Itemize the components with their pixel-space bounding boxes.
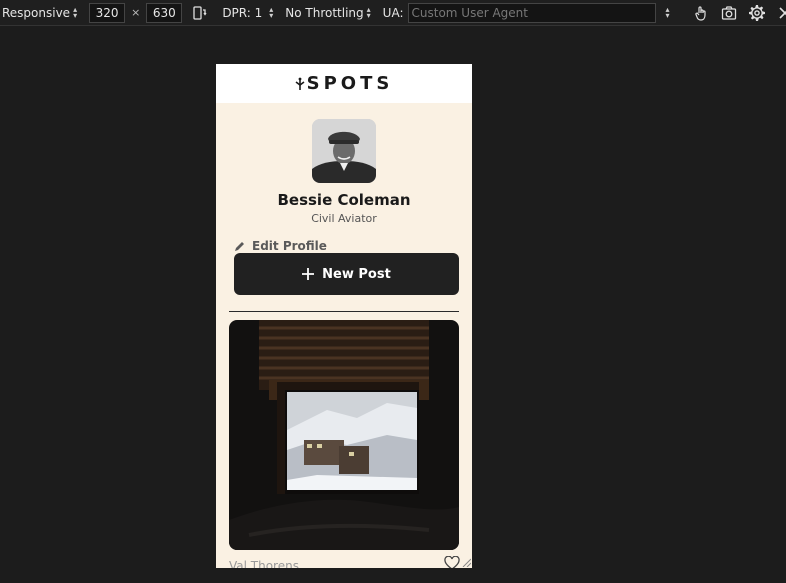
profile-role: Civil Aviator [311, 212, 377, 225]
like-heart-icon[interactable] [444, 556, 460, 568]
new-post-button[interactable]: New Post [234, 253, 459, 295]
ua-label: UA: [382, 5, 404, 20]
screenshot-camera-icon[interactable] [718, 2, 740, 24]
section-divider [229, 311, 459, 312]
throttling-select[interactable]: No Throttling ▴ ▾ [285, 4, 371, 20]
dpr-select[interactable]: DPR: 1 ▴ ▾ [222, 4, 274, 20]
throttling-select-label: No Throttling [285, 5, 364, 20]
spots-logo[interactable]: SPOTS [295, 73, 394, 94]
select-caret-icon: ▴ ▾ [269, 4, 274, 20]
ua-caret-icon[interactable]: ▴ ▾ [666, 5, 670, 19]
edit-profile-button[interactable]: Edit Profile [234, 239, 327, 253]
plus-icon [302, 268, 315, 280]
device-select-label: Responsive [2, 5, 71, 20]
dimension-separator: × [131, 6, 141, 19]
viewport-height-input[interactable] [146, 2, 183, 23]
select-caret-icon: ▴ ▾ [366, 4, 371, 20]
card-title: Val Thorens [229, 559, 299, 568]
close-icon[interactable] [774, 2, 786, 24]
logo-mark-icon [295, 77, 305, 90]
user-agent-input[interactable] [407, 2, 656, 23]
profile-section: Bessie Coleman Civil Aviator [216, 103, 472, 225]
logo-text: SPOTS [306, 73, 394, 94]
edit-profile-label: Edit Profile [252, 239, 327, 253]
touch-simulation-icon[interactable] [690, 2, 712, 24]
settings-gear-icon[interactable] [746, 2, 768, 24]
card-image[interactable] [229, 320, 459, 550]
viewport-width-input[interactable] [89, 2, 126, 23]
dpr-select-label: DPR: 1 [222, 5, 263, 20]
select-caret-icon: ▴ ▾ [73, 4, 78, 20]
profile-name: Bessie Coleman [277, 191, 411, 209]
rotate-device-icon[interactable] [188, 2, 210, 24]
device-select[interactable]: Responsive ▴ ▾ [2, 4, 78, 20]
new-post-label: New Post [322, 266, 391, 282]
avatar [312, 119, 376, 183]
devtools-toolbar: Responsive ▴▾ × DPR: 1 ▴▾ No Throttling … [0, 0, 786, 26]
app-header: SPOTS [216, 64, 472, 103]
device-viewport: SPOTS Bessie Coleman Civil Aviator Edit … [216, 64, 472, 568]
resize-handle-icon[interactable] [461, 557, 471, 567]
pencil-icon [235, 242, 244, 251]
